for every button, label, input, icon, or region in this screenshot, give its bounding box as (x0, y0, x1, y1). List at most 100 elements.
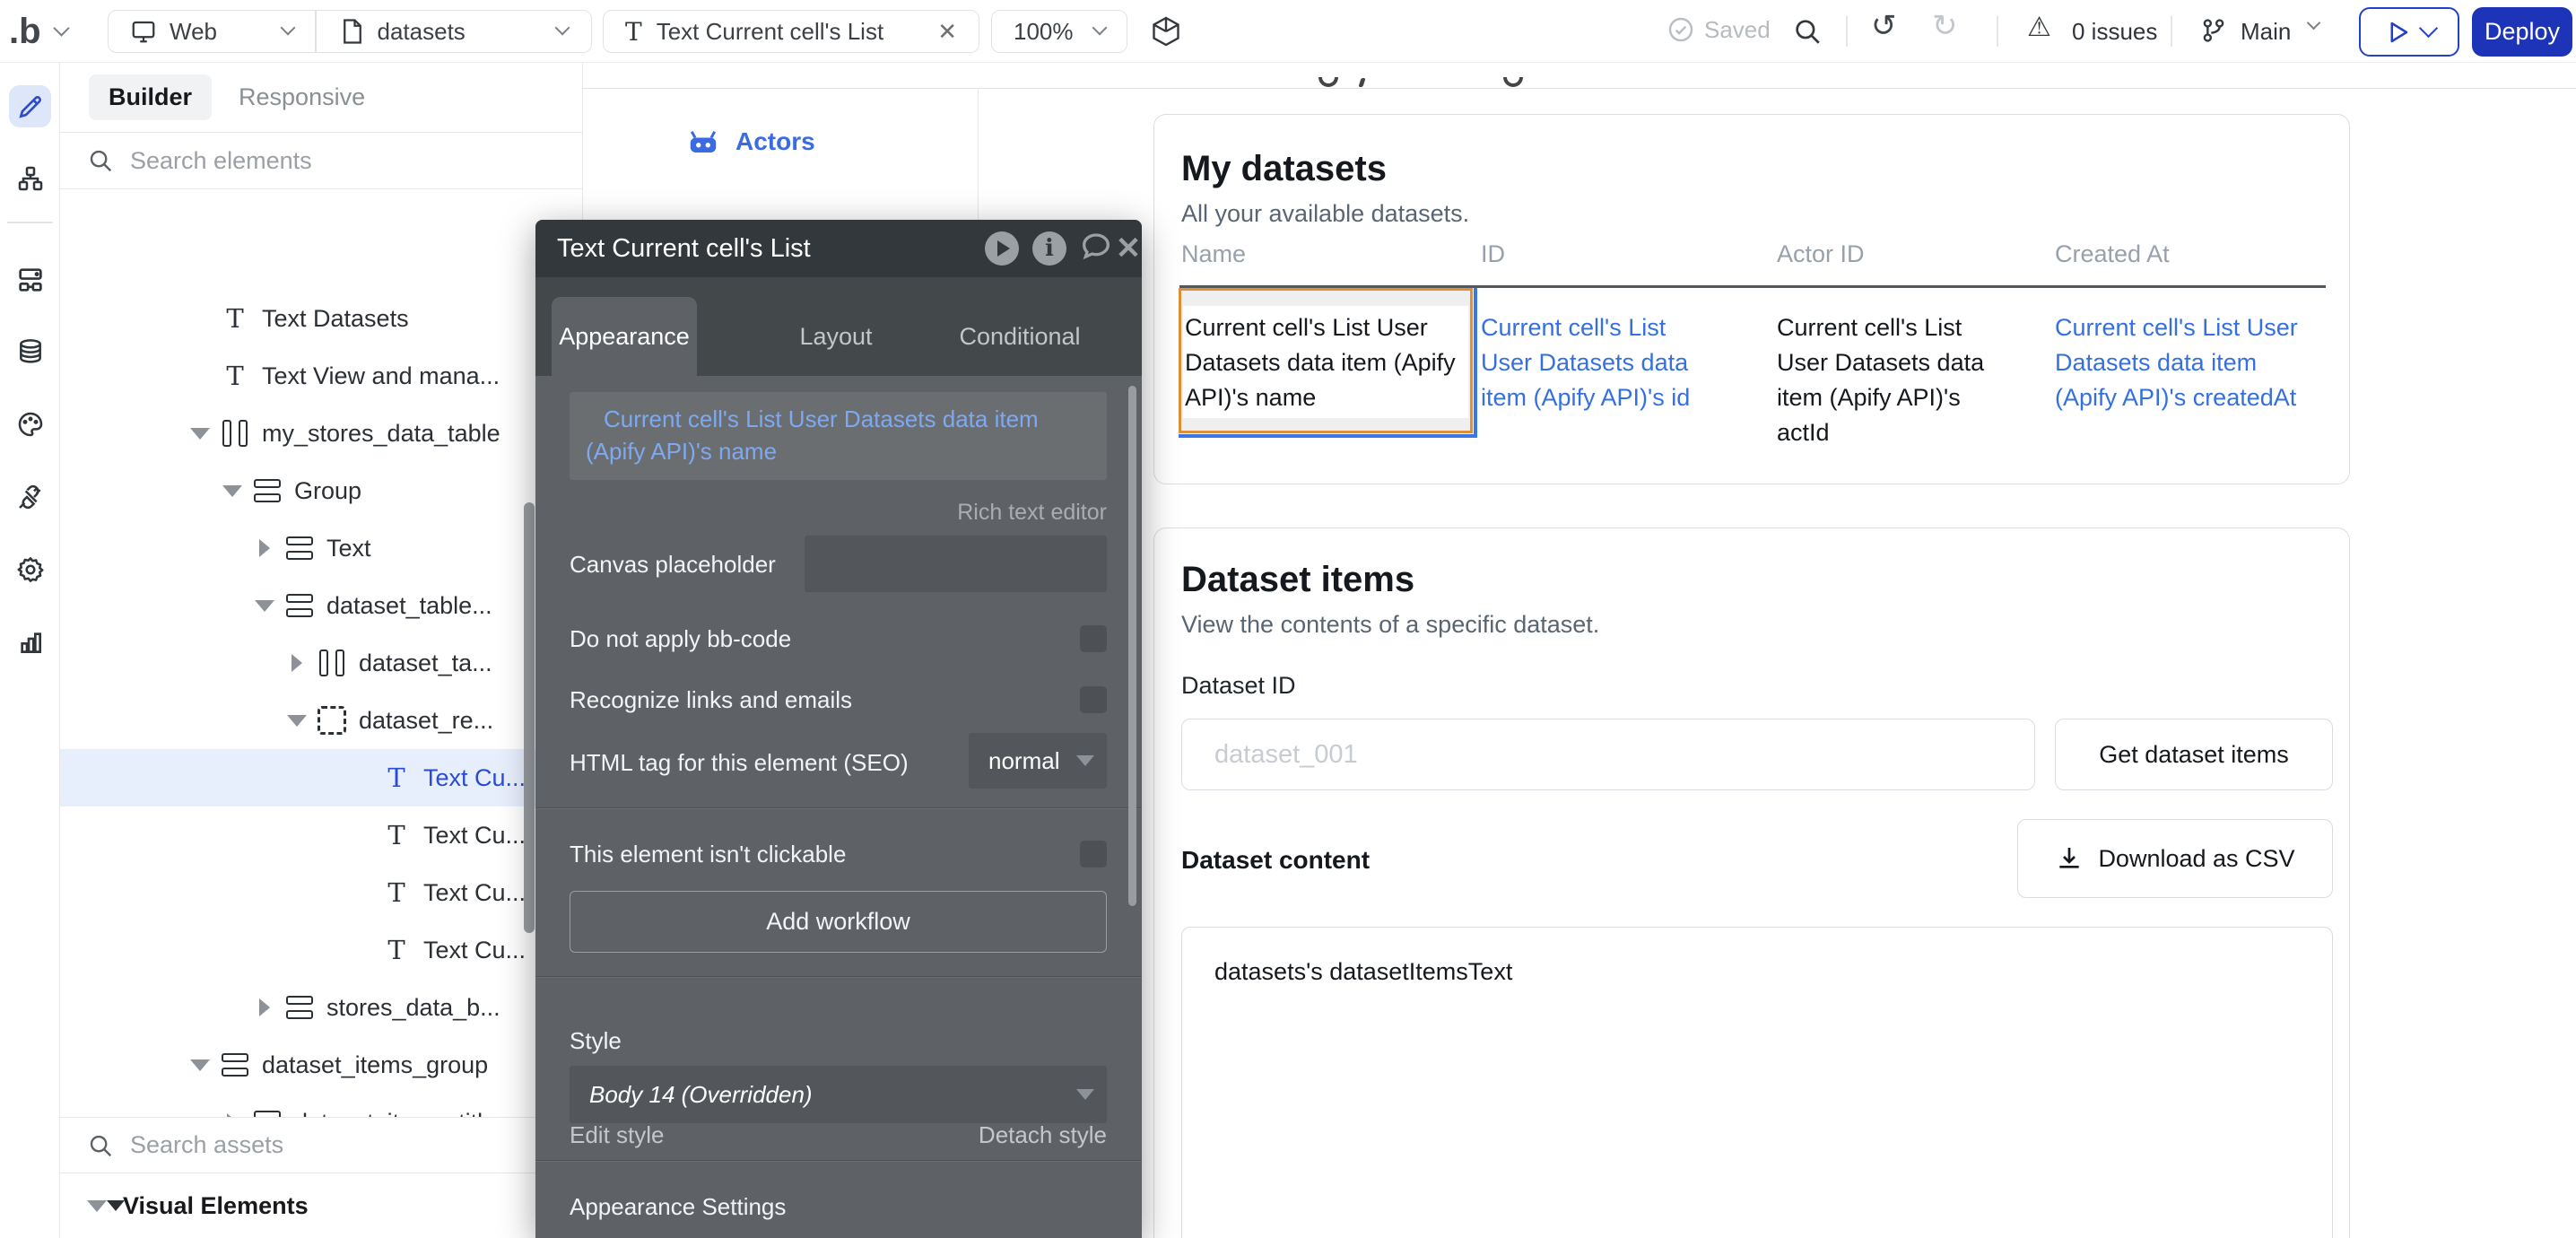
dataset-content-label: Dataset content (1181, 846, 1370, 875)
edit-style-link[interactable]: Edit style (570, 1121, 665, 1149)
dataset-id-input[interactable] (1213, 739, 1983, 771)
search-icon (87, 1132, 114, 1159)
styles-palette-icon[interactable] (9, 403, 51, 445)
selected-text-element[interactable]: Current cell's List User Datasets data i… (1179, 288, 1473, 433)
plugins-plug-icon[interactable] (9, 475, 51, 518)
tree-item[interactable]: T Text Cu... (60, 921, 583, 979)
tree-item[interactable]: dataset_re... (60, 692, 583, 749)
tree-item-label: dataset_ta... (359, 650, 492, 677)
tree-item-selected[interactable]: T Text Cu... (60, 749, 583, 806)
detach-style-link[interactable]: Detach style (979, 1121, 1107, 1149)
issues-count[interactable]: 0 issues (2072, 18, 2157, 46)
not-clickable-checkbox[interactable] (1080, 841, 1107, 867)
tab-layout[interactable]: Layout (778, 297, 894, 376)
tab-builder[interactable]: Builder (89, 74, 212, 120)
add-workflow-button[interactable]: Add workflow (570, 891, 1107, 953)
group-element-icon (286, 536, 313, 560)
tree-item[interactable]: dataset_ta... (60, 634, 583, 692)
tree-item-label: Text Cu... (423, 937, 526, 964)
canvas-placeholder-input[interactable] (805, 536, 1107, 592)
close-icon[interactable]: ✕ (1116, 231, 1142, 266)
tree-item[interactable]: stores_data_b... (60, 979, 583, 1036)
caret-down-icon[interactable] (222, 481, 242, 501)
settings-gear-icon[interactable] (9, 548, 51, 590)
redo-icon: ↻ (1932, 8, 1958, 44)
divider (1997, 16, 1998, 47)
tree-item[interactable]: my_stores_data_table (60, 405, 583, 462)
page-select[interactable]: datasets (317, 11, 592, 52)
chevron-down-icon[interactable] (2307, 16, 2321, 31)
get-dataset-items-button[interactable]: Get dataset items (2055, 719, 2333, 790)
logs-chart-icon[interactable] (9, 621, 51, 663)
bubble-editor: .b Web datasets (0, 0, 2576, 1238)
dataset-id-label: Dataset ID (1181, 672, 1296, 700)
text-element-icon: T (625, 17, 642, 47)
caret-down-icon[interactable] (287, 711, 307, 730)
search-icon[interactable] (1792, 16, 1823, 47)
rail-divider (7, 222, 53, 223)
platform-select[interactable]: Web (109, 11, 315, 52)
tree-item[interactable]: T Text Cu... (60, 864, 583, 921)
rich-text-editor-link[interactable]: Rich text editor (957, 500, 1107, 526)
cell-created-at[interactable]: Current cell's List User Datasets data i… (2055, 310, 2324, 415)
caret-right-icon[interactable] (255, 998, 274, 1017)
branch-name[interactable]: Main (2241, 18, 2291, 46)
text-content-expression[interactable]: Current cell's List User Datasets data i… (570, 392, 1107, 480)
deploy-button[interactable]: Deploy (2472, 7, 2572, 57)
caret-down-icon[interactable] (190, 1055, 210, 1075)
tree-item[interactable]: T Text Cu... (60, 806, 583, 864)
caret-spacer (352, 940, 371, 960)
close-icon[interactable]: ✕ (937, 18, 957, 46)
search-elements-input[interactable] (128, 146, 455, 176)
dataset-id-field[interactable] (1181, 719, 2035, 790)
tab-responsive[interactable]: Responsive (239, 83, 365, 111)
bubble-logo[interactable]: .b (9, 0, 67, 63)
selection-guide-bottom (1179, 434, 1477, 438)
caret-spacer (352, 768, 371, 788)
caret-right-icon[interactable] (255, 538, 274, 558)
tree-item[interactable]: dataset_table... (60, 577, 583, 634)
caret-spacer (190, 366, 210, 386)
element-tab[interactable]: T Text Current cell's List ✕ (603, 10, 979, 53)
components-icon[interactable] (9, 258, 51, 301)
tree-item[interactable]: T Text Datasets (60, 290, 583, 347)
caret-right-icon[interactable] (287, 653, 307, 673)
tree-item[interactable]: dataset_items_title (60, 1094, 583, 1117)
tree-scrollbar[interactable] (524, 502, 535, 933)
style-dropdown[interactable]: Body 14 (Overridden) (570, 1066, 1107, 1123)
tab-conditional[interactable]: Conditional (953, 297, 1087, 376)
info-icon[interactable]: i (1032, 231, 1066, 266)
download-csv-button[interactable]: Download as CSV (2017, 819, 2333, 898)
caret-spacer (190, 309, 210, 328)
repeating-group-icon (318, 706, 346, 735)
preview-run-button[interactable] (2359, 7, 2459, 57)
tree-item[interactable]: Text (60, 519, 583, 577)
element-inspector: Text Current cell's List i ✕ Appearance … (535, 220, 1142, 1238)
database-icon[interactable] (9, 330, 51, 372)
tree-item-label: Text Cu... (423, 879, 526, 907)
tree-item[interactable]: Group (60, 462, 583, 519)
tree-item[interactable]: dataset_items_group (60, 1036, 583, 1094)
design-pencil-icon[interactable] (9, 85, 51, 127)
undo-icon[interactable]: ↺ (1871, 8, 1897, 44)
monitor-icon (130, 18, 157, 45)
bbcode-checkbox[interactable] (1080, 625, 1107, 652)
canvas-nav-item-actors[interactable]: Actors (687, 127, 815, 156)
caret-down-icon[interactable] (190, 423, 210, 443)
chevron-down-icon (1076, 1089, 1094, 1100)
search-assets-input[interactable] (128, 1130, 455, 1160)
play-icon[interactable] (985, 231, 1019, 266)
caret-down-icon[interactable] (255, 596, 274, 615)
comment-icon[interactable] (1078, 229, 1114, 269)
cube-icon[interactable] (1150, 15, 1182, 48)
recognize-links-checkbox[interactable] (1080, 686, 1107, 713)
inspector-scrollbar[interactable] (1128, 386, 1136, 906)
tree-item-label: Text (326, 535, 371, 562)
tree-item[interactable]: T Text View and mana... (60, 347, 583, 405)
visual-elements-section[interactable]: Visual Elements (60, 1173, 583, 1238)
tab-appearance[interactable]: Appearance (552, 297, 697, 376)
html-tag-dropdown[interactable]: normal (969, 733, 1107, 789)
cell-id[interactable]: Current cell's List User Datasets data i… (1481, 310, 1712, 415)
workflow-icon[interactable] (9, 157, 51, 199)
zoom-select[interactable]: 100% (991, 10, 1127, 53)
